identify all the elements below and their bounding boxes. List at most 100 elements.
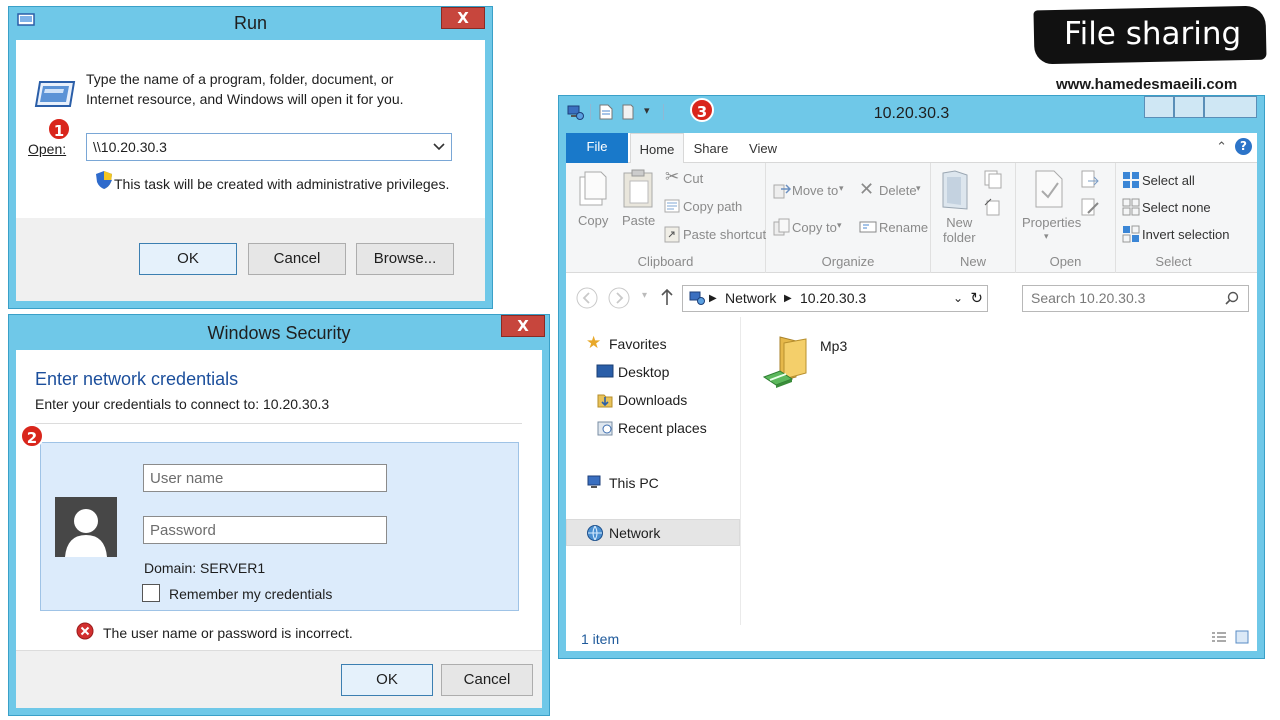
explorer-titlebar: ▾ 10.20.30.3: [559, 96, 1264, 126]
security-ok-button[interactable]: OK: [341, 664, 433, 696]
breadcrumb-host[interactable]: 10.20.30.3: [800, 286, 866, 311]
open-group: Properties ▾ Open: [1016, 163, 1116, 273]
delete-icon[interactable]: ✕: [859, 179, 874, 200]
nav-desktop[interactable]: Desktop: [618, 364, 669, 380]
window-controls[interactable]: [1144, 96, 1257, 120]
easy-access-icon[interactable]: [983, 197, 1005, 217]
nav-network-row[interactable]: Network: [566, 519, 740, 546]
breadcrumb-network[interactable]: Network: [725, 286, 776, 311]
security-cancel-button[interactable]: Cancel: [441, 664, 533, 696]
up-arrow-icon[interactable]: [660, 288, 674, 306]
security-close-button[interactable]: X: [501, 315, 545, 337]
tab-view[interactable]: View: [738, 133, 788, 163]
list-item[interactable]: Mp3: [762, 333, 872, 389]
search-input[interactable]: Search 10.20.30.3: [1022, 285, 1249, 312]
move-to-icon[interactable]: [773, 181, 791, 199]
paste-shortcut-icon[interactable]: [664, 225, 680, 243]
tab-file[interactable]: File: [566, 133, 628, 163]
copy-to-dropdown-icon[interactable]: ▾: [837, 220, 842, 231]
move-to-button[interactable]: Move to: [792, 183, 838, 198]
tab-share[interactable]: Share: [686, 133, 736, 163]
new-item-icon[interactable]: [983, 169, 1005, 189]
close-button[interactable]: [1204, 96, 1257, 118]
minimize-button[interactable]: [1144, 96, 1174, 118]
error-message: The user name or password is incorrect.: [103, 625, 353, 641]
chevron-down-icon[interactable]: [433, 143, 445, 151]
select-all-button[interactable]: Select all: [1142, 173, 1195, 188]
open-combobox-value: \\10.20.30.3: [93, 139, 167, 155]
rename-button[interactable]: Rename: [879, 220, 928, 235]
large-icons-view-icon[interactable]: [1235, 630, 1249, 644]
qat-dropdown-icon[interactable]: ▾: [644, 104, 650, 117]
refresh-icon[interactable]: ↻: [970, 286, 983, 311]
tab-home[interactable]: Home: [630, 133, 684, 163]
select-none-button[interactable]: Select none: [1142, 200, 1211, 215]
select-all-icon[interactable]: [1122, 171, 1140, 189]
search-icon[interactable]: [1225, 291, 1239, 305]
open-combobox[interactable]: \\10.20.30.3: [86, 133, 452, 161]
step-2-badge: 2: [20, 424, 44, 448]
open-icon[interactable]: [1080, 169, 1102, 189]
run-cancel-button[interactable]: Cancel: [248, 243, 346, 275]
delete-button[interactable]: Delete: [879, 183, 917, 198]
maximize-button[interactable]: [1174, 96, 1204, 118]
user-avatar-icon: [55, 497, 117, 557]
password-input[interactable]: Password: [143, 516, 387, 544]
run-title: Run: [233, 13, 268, 33]
select-none-icon[interactable]: [1122, 198, 1140, 216]
back-arrow-icon[interactable]: [576, 287, 598, 309]
help-icon[interactable]: ?: [1235, 138, 1252, 155]
properties-button[interactable]: Properties: [1022, 215, 1081, 230]
address-bar[interactable]: ▶ Network ▶ 10.20.30.3 ⌄ ↻: [682, 285, 988, 312]
copy-path-button[interactable]: Copy path: [683, 199, 742, 214]
nav-downloads[interactable]: Downloads: [618, 392, 687, 408]
properties-qat-icon[interactable]: [599, 104, 613, 120]
desktop-icon: [596, 364, 614, 378]
security-client: Enter network credentials Enter your cre…: [16, 350, 542, 708]
scissors-icon[interactable]: ✂: [665, 167, 679, 187]
copy-to-icon[interactable]: [773, 218, 791, 236]
remember-checkbox[interactable]: [142, 584, 160, 602]
cut-button[interactable]: Cut: [683, 171, 703, 186]
copy-button[interactable]: Copy: [578, 213, 608, 228]
navigation-pane: ★ Favorites Desktop Downloads Recent pla…: [566, 317, 741, 625]
run-browse-button[interactable]: Browse...: [356, 243, 454, 275]
step-1-badge: 1: [47, 117, 71, 141]
forward-arrow-icon[interactable]: [608, 287, 630, 309]
paste-button[interactable]: Paste: [622, 213, 655, 228]
address-dropdown-icon[interactable]: ⌄: [953, 286, 963, 311]
new-folder-qat-icon[interactable]: [621, 104, 635, 120]
paste-icon[interactable]: [622, 169, 654, 209]
invert-selection-icon[interactable]: [1122, 225, 1140, 243]
invert-selection-button[interactable]: Invert selection: [1142, 227, 1229, 242]
ribbon-collapse-icon[interactable]: ⌃: [1216, 139, 1227, 155]
credential-tile[interactable]: User name Password Domain: SERVER1 Remem…: [40, 442, 519, 611]
nav-favorites[interactable]: Favorites: [609, 336, 667, 352]
nav-network[interactable]: Network: [609, 525, 660, 541]
copy-path-icon[interactable]: [664, 199, 680, 213]
breadcrumb-separator-icon[interactable]: ▶: [709, 286, 717, 311]
paste-shortcut-button[interactable]: Paste shortcut: [683, 227, 766, 242]
run-close-button[interactable]: X: [441, 7, 485, 29]
banner-title: File sharing: [1064, 16, 1242, 52]
breadcrumb-separator-icon-2[interactable]: ▶: [784, 286, 792, 311]
username-input[interactable]: User name: [143, 464, 387, 492]
details-view-icon[interactable]: [1211, 631, 1227, 645]
recent-locations-icon[interactable]: ▾: [642, 290, 647, 301]
rename-icon[interactable]: [859, 219, 877, 235]
properties-icon[interactable]: [1034, 169, 1064, 209]
copy-to-button[interactable]: Copy to: [792, 220, 837, 235]
nav-recent-places[interactable]: Recent places: [618, 420, 707, 436]
security-title: Windows Security: [207, 323, 351, 343]
run-ok-button[interactable]: OK: [139, 243, 237, 275]
edit-icon[interactable]: [1080, 197, 1102, 217]
this-pc-icon: [587, 475, 601, 488]
remember-label[interactable]: Remember my credentials: [169, 586, 332, 602]
delete-dropdown-icon[interactable]: ▾: [916, 183, 921, 194]
properties-dropdown-icon[interactable]: ▾: [1044, 231, 1049, 242]
nav-this-pc[interactable]: This PC: [609, 475, 659, 491]
new-folder-button[interactable]: New folder: [943, 215, 976, 245]
move-to-dropdown-icon[interactable]: ▾: [839, 183, 844, 194]
new-folder-icon[interactable]: [941, 169, 969, 211]
copy-icon[interactable]: [578, 171, 608, 207]
